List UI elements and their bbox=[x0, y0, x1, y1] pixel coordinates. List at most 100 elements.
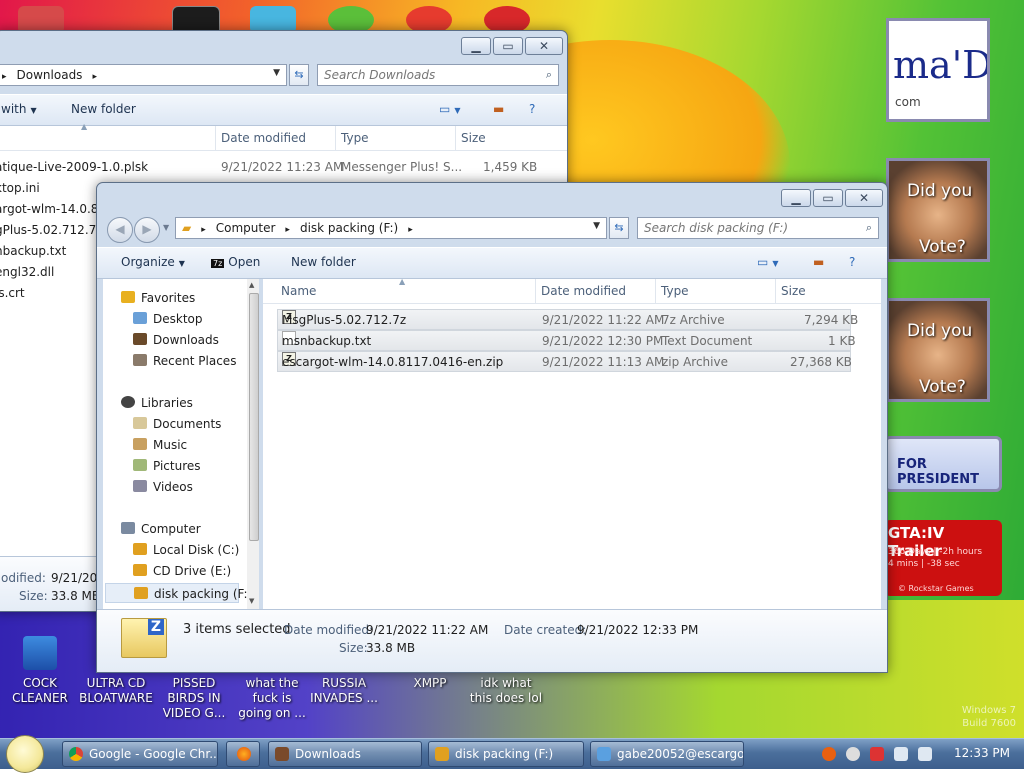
column-size[interactable]: Size bbox=[781, 284, 806, 298]
organize-button[interactable]: Organize ▼ bbox=[121, 255, 185, 269]
breadcrumb-downloads[interactable]: Downloads bbox=[17, 68, 83, 82]
nav-music[interactable]: Music bbox=[133, 438, 187, 452]
nav-cd-drive[interactable]: CD Drive (E:) bbox=[133, 564, 231, 578]
forward-button[interactable]: ▶ bbox=[134, 217, 160, 243]
breadcrumb-separator-icon: ▸ bbox=[285, 225, 290, 235]
close-button[interactable]: ✕ bbox=[845, 189, 883, 207]
disk-packing-window[interactable]: ▁ ▭ ✕ ◀ ▶ ▼ ▰ ▸ Computer ▸ disk packing (F:)… bbox=[96, 182, 888, 673]
taskbar-button-messenger[interactable]: gabe20052@escargo... bbox=[590, 741, 744, 767]
breadcrumb-computer[interactable]: Computer bbox=[216, 221, 276, 235]
chrome-icon bbox=[69, 747, 83, 761]
file-name: atique-Live-2009-1.0.plsk bbox=[0, 160, 149, 174]
preview-pane-button[interactable]: ▬ bbox=[813, 255, 824, 269]
nav-pictures[interactable]: Pictures bbox=[133, 459, 201, 473]
ad-vote-1[interactable]: Did you Vote? bbox=[886, 158, 990, 262]
close-button[interactable]: ✕ bbox=[525, 37, 563, 55]
nav-computer[interactable]: Computer bbox=[121, 522, 201, 536]
share-with-button[interactable]: with ▼ bbox=[1, 102, 37, 116]
nav-scrollbar[interactable]: ▲ ▼ bbox=[247, 279, 259, 609]
file-row[interactable]: atique-Live-2009-1.0.plsk 9/21/2022 11:2… bbox=[0, 157, 567, 178]
search-box[interactable]: ⌕ bbox=[317, 64, 559, 86]
chevron-down-icon[interactable]: ▼ bbox=[593, 221, 600, 231]
new-folder-button[interactable]: New folder bbox=[291, 255, 356, 269]
help-button[interactable]: ? bbox=[529, 102, 535, 116]
nav-disk-packing[interactable]: disk packing (F:) bbox=[105, 583, 252, 603]
search-input[interactable] bbox=[644, 221, 824, 235]
details-date-created-label: Date created: bbox=[504, 623, 587, 637]
address-bar[interactable]: ▸ Downloads ▸ ▼ bbox=[0, 64, 287, 86]
new-folder-button[interactable]: New folder bbox=[71, 102, 136, 116]
column-name[interactable]: Name bbox=[281, 284, 316, 298]
taskbar-button-chrome[interactable]: Google - Google Chr... bbox=[62, 741, 218, 767]
column-type[interactable]: Type bbox=[341, 131, 369, 145]
recent-pages-icon[interactable]: ▼ bbox=[163, 223, 169, 232]
nav-favorites[interactable]: Favorites bbox=[121, 291, 195, 305]
nav-videos[interactable]: Videos bbox=[133, 480, 193, 494]
file-row[interactable]: gPlus-5.02.712.7z bbox=[0, 220, 103, 241]
column-date[interactable]: Date modified bbox=[541, 284, 626, 298]
help-button[interactable]: ? bbox=[849, 255, 855, 269]
taskbar-button-downloads[interactable]: Downloads bbox=[268, 741, 422, 767]
refresh-button[interactable]: ⇆ bbox=[609, 217, 629, 239]
clock[interactable]: 12:33 PM bbox=[954, 746, 1010, 760]
minimize-icon: ▁ bbox=[471, 39, 481, 53]
preview-pane-button[interactable]: ▬ bbox=[493, 102, 504, 116]
file-size: 1 KB bbox=[828, 334, 856, 348]
file-row[interactable]: msnbackup.txt 9/21/2022 12:30 PM Text Do… bbox=[277, 330, 856, 351]
breadcrumb-disk-packing[interactable]: disk packing (F:) bbox=[300, 221, 398, 235]
details-date-modified-value: 9/21/2022 11:22 AM bbox=[366, 623, 489, 637]
chevron-down-icon: ▼ bbox=[772, 259, 779, 268]
refresh-button[interactable]: ⇆ bbox=[289, 64, 309, 86]
search-input[interactable] bbox=[324, 68, 504, 82]
ad-gta-footer: © Rockstar Games bbox=[898, 584, 974, 593]
status-icon[interactable] bbox=[846, 747, 860, 761]
file-row[interactable]: Zescargot-wlm-14.0.8117.0416-en.zip 9/21… bbox=[277, 351, 852, 372]
search-box[interactable]: ⌕ bbox=[637, 217, 879, 239]
desktop-icon-cock-cleaner[interactable]: COCK CLEANER bbox=[2, 636, 78, 706]
nav-recent-places[interactable]: Recent Places bbox=[133, 354, 236, 368]
scroll-up-icon[interactable]: ▲ bbox=[249, 281, 254, 289]
nav-documents[interactable]: Documents bbox=[133, 417, 221, 431]
view-options-button[interactable]: ▭ ▼ bbox=[439, 102, 461, 116]
breadcrumb: ▸ Downloads ▸ bbox=[2, 68, 107, 82]
scroll-down-icon[interactable]: ▼ bbox=[249, 597, 254, 605]
file-row[interactable]: Z MsgPlus-5.02.712.7z 9/21/2022 11:22 AM … bbox=[277, 309, 858, 330]
ad-vote-2[interactable]: Did you Vote? bbox=[886, 298, 990, 402]
nav-label: Recent Places bbox=[153, 354, 237, 368]
view-options-button[interactable]: ▭ ▼ bbox=[757, 255, 779, 269]
network-icon[interactable] bbox=[894, 747, 908, 761]
nav-libraries[interactable]: Libraries bbox=[121, 396, 193, 410]
volume-icon[interactable] bbox=[918, 747, 932, 761]
address-bar[interactable]: ▰ ▸ Computer ▸ disk packing (F:) ▸ ▼ bbox=[175, 217, 607, 239]
search-icon[interactable]: ⌕ bbox=[546, 68, 552, 82]
nav-downloads[interactable]: Downloads bbox=[133, 333, 219, 347]
file-row[interactable]: is.crt bbox=[0, 283, 95, 304]
drive-icon bbox=[133, 564, 147, 576]
nav-local-disk[interactable]: Local Disk (C:) bbox=[133, 543, 239, 557]
file-row[interactable]: ktop.ini bbox=[0, 178, 95, 199]
file-row[interactable]: engl32.dll bbox=[0, 262, 95, 283]
search-icon[interactable] bbox=[822, 747, 836, 761]
nav-desktop[interactable]: Desktop bbox=[133, 312, 203, 326]
chevron-down-icon[interactable]: ▼ bbox=[273, 68, 280, 78]
action-center-icon[interactable] bbox=[870, 747, 884, 761]
minimize-button[interactable]: ▁ bbox=[461, 37, 491, 55]
open-button[interactable]: 7z Open bbox=[211, 255, 260, 269]
ad-madd[interactable]: ma'D com bbox=[886, 18, 990, 122]
column-type[interactable]: Type bbox=[661, 284, 689, 298]
maximize-button[interactable]: ▭ bbox=[493, 37, 523, 55]
search-icon[interactable]: ⌕ bbox=[866, 221, 872, 235]
ad-president[interactable]: FOR PRESIDENT bbox=[884, 436, 1002, 492]
minimize-button[interactable]: ▁ bbox=[781, 189, 811, 207]
file-row[interactable]: nbackup.txt bbox=[0, 241, 95, 262]
nav-scroll-thumb[interactable] bbox=[249, 293, 259, 541]
column-size[interactable]: Size bbox=[461, 131, 486, 145]
column-date[interactable]: Date modified bbox=[221, 131, 306, 145]
taskbar-button-firefox[interactable] bbox=[226, 741, 260, 767]
start-button[interactable] bbox=[6, 735, 44, 773]
file-row[interactable]: argot-wlm-14.0.81 bbox=[0, 199, 106, 220]
back-button[interactable]: ◀ bbox=[107, 217, 133, 243]
ad-gta[interactable]: GTA:IV Trailer 366 Days | -2h hours 4 min… bbox=[884, 520, 1002, 596]
taskbar-button-disk-packing[interactable]: disk packing (F:) bbox=[428, 741, 584, 767]
maximize-button[interactable]: ▭ bbox=[813, 189, 843, 207]
